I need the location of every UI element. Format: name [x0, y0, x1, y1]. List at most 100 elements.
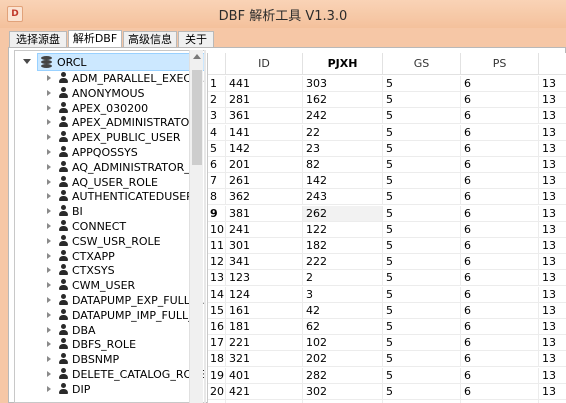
table-cell[interactable]: 5 — [383, 140, 461, 157]
table-cell[interactable]: 6 — [461, 189, 539, 206]
expand-arrow-icon[interactable] — [47, 104, 51, 111]
table-cell[interactable]: 421 — [226, 383, 303, 400]
table-cell[interactable]: 6 — [461, 286, 539, 303]
table-cell[interactable]: 6 — [461, 335, 539, 352]
table-cell[interactable]: 6 — [461, 367, 539, 384]
table-cell[interactable]: 5 — [383, 173, 461, 190]
table-cell[interactable]: 302 — [303, 383, 383, 400]
tree-item[interactable]: APEX_PUBLIC_USER — [15, 130, 193, 145]
expand-arrow-icon[interactable] — [47, 134, 51, 141]
grid-corner-header[interactable] — [208, 53, 226, 75]
table-cell[interactable]: 13 — [539, 335, 566, 352]
data-grid[interactable]: ID PJXH GS PS 1 441 303 5 6 13 2 281 162 5 6 13 3 361 242 5… — [207, 53, 566, 403]
table-cell[interactable]: 82 — [303, 157, 383, 173]
row-number[interactable]: 19 — [208, 367, 226, 384]
expand-arrow-icon[interactable] — [47, 356, 51, 363]
table-cell[interactable]: 5 — [383, 189, 461, 206]
tree-item[interactable]: AQ_ADMINISTRATOR_... — [15, 160, 200, 175]
table-cell[interactable]: 6 — [461, 157, 539, 173]
table-cell[interactable]: 303 — [303, 76, 383, 92]
tab-advanced-info[interactable]: 高级信息 — [123, 31, 177, 47]
tree-item[interactable]: APPQOSSYS — [15, 145, 193, 160]
column-header[interactable] — [539, 53, 566, 75]
tab-parse-dbf[interactable]: 解析DBF — [68, 30, 122, 48]
table-cell[interactable]: 5 — [383, 383, 461, 400]
table-cell[interactable]: 123 — [226, 270, 303, 287]
table-cell[interactable]: 381 — [226, 205, 303, 222]
row-number[interactable]: 15 — [208, 302, 226, 319]
table-cell[interactable]: 401 — [226, 367, 303, 384]
table-cell[interactable]: 221 — [226, 335, 303, 352]
table-cell[interactable]: 281 — [226, 92, 303, 109]
table-cell[interactable]: 13 — [539, 254, 566, 271]
table-cell[interactable]: 6 — [461, 92, 539, 109]
table-cell[interactable]: 13 — [539, 238, 566, 254]
row-number[interactable]: 14 — [208, 286, 226, 303]
tree-scrollbar[interactable] — [189, 50, 203, 403]
expand-arrow-icon[interactable] — [47, 371, 51, 377]
table-cell[interactable]: 282 — [303, 367, 383, 384]
table-cell[interactable]: 13 — [539, 206, 566, 222]
table-cell[interactable]: 142 — [303, 173, 383, 190]
table-cell[interactable]: 6 — [461, 221, 539, 238]
table-cell[interactable]: 13 — [539, 108, 566, 125]
scrollbar-thumb[interactable] — [192, 70, 202, 165]
table-cell[interactable]: 6 — [461, 124, 539, 141]
pane-splitter[interactable] — [204, 50, 206, 403]
table-cell[interactable]: 301 — [226, 238, 303, 254]
table-cell[interactable]: 5 — [383, 238, 461, 254]
table-cell[interactable]: 13 — [539, 384, 566, 400]
tree-item[interactable]: DELETE_CATALOG_ROLE — [15, 367, 204, 382]
tree-root-node[interactable]: ORCL — [23, 53, 204, 71]
table-cell[interactable]: 6 — [461, 254, 539, 271]
table-cell[interactable]: 5 — [383, 76, 461, 92]
table-cell[interactable]: 5 — [383, 302, 461, 319]
table-cell[interactable]: 5 — [383, 205, 461, 222]
tree-item[interactable]: BI — [15, 204, 193, 219]
table-cell[interactable]: 13 — [539, 303, 566, 319]
tree-item[interactable]: ADM_PARALLEL_EXECU... — [15, 71, 204, 86]
table-cell[interactable]: 142 — [226, 140, 303, 157]
row-number[interactable]: 3 — [208, 108, 226, 125]
tree-item[interactable]: DATAPUMP_EXP_FULL_... — [15, 293, 204, 308]
expand-arrow-icon[interactable] — [47, 237, 51, 244]
tree-item[interactable]: CWM_USER — [15, 278, 193, 293]
table-cell[interactable]: 161 — [226, 302, 303, 319]
row-number[interactable]: 10 — [208, 221, 226, 238]
table-cell[interactable]: 321 — [226, 351, 303, 368]
table-cell[interactable]: 13 — [539, 141, 566, 157]
table-cell[interactable]: 5 — [383, 221, 461, 238]
row-number[interactable]: 18 — [208, 351, 226, 368]
table-cell[interactable]: 5 — [383, 270, 461, 287]
tab-about[interactable]: 关于 — [178, 31, 214, 47]
tree-item[interactable]: DIP — [15, 382, 193, 397]
tree-item[interactable]: APEX_ADMINISTRATO... — [15, 115, 199, 130]
expand-arrow-icon[interactable] — [47, 311, 51, 318]
table-cell[interactable]: 241 — [226, 221, 303, 238]
expand-arrow-icon[interactable] — [47, 297, 51, 303]
expand-arrow-icon[interactable] — [47, 89, 51, 96]
scroll-up-icon[interactable] — [193, 54, 201, 59]
table-cell[interactable]: 141 — [226, 124, 303, 141]
table-cell[interactable]: 13 — [539, 76, 566, 92]
table-cell[interactable]: 62 — [303, 319, 383, 335]
table-cell[interactable]: 5 — [383, 319, 461, 335]
table-cell[interactable]: 5 — [383, 335, 461, 352]
row-number[interactable]: 9 — [208, 205, 226, 222]
table-cell[interactable]: 5 — [383, 367, 461, 384]
table-cell[interactable]: 222 — [303, 254, 383, 271]
table-cell[interactable]: 441 — [226, 76, 303, 92]
row-number[interactable]: 11 — [208, 238, 226, 254]
table-cell[interactable]: 202 — [303, 351, 383, 368]
table-cell[interactable]: 182 — [303, 238, 383, 254]
expand-arrow-icon[interactable] — [47, 282, 51, 289]
tree-item[interactable]: APEX_030200 — [15, 101, 193, 116]
schema-tree[interactable]: ORCL ADM_PARALLEL_EXECU... ANONYMOUS APEX_… — [14, 50, 205, 403]
table-cell[interactable]: 2 — [303, 270, 383, 287]
tree-item[interactable]: CTXSYS — [15, 263, 193, 278]
tree-item[interactable]: DATAPUMP_IMP_FULL_... — [15, 308, 204, 323]
tree-item[interactable]: ANONYMOUS — [15, 86, 193, 101]
table-cell[interactable]: 6 — [461, 238, 539, 254]
table-cell[interactable]: 13 — [539, 287, 566, 303]
table-cell[interactable]: 5 — [383, 108, 461, 125]
